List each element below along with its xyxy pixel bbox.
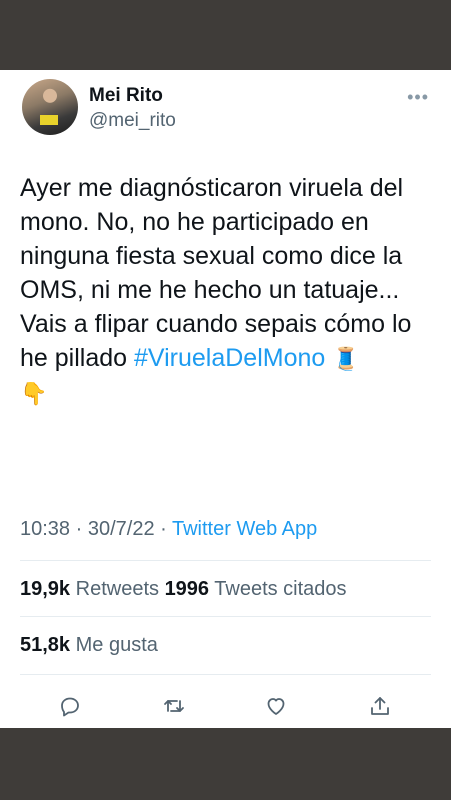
- hashtag-link[interactable]: #ViruelaDelMono: [134, 344, 325, 372]
- likes-label[interactable]: Me gusta: [76, 634, 158, 656]
- user-handle[interactable]: @mei_rito: [89, 110, 176, 132]
- tweet-text: Ayer me diagnósticaron viruela del mono.…: [20, 171, 440, 411]
- quotes-count[interactable]: 1996: [165, 578, 210, 600]
- more-icon[interactable]: •••: [407, 87, 429, 108]
- divider: [20, 674, 431, 675]
- avatar[interactable]: [22, 79, 78, 135]
- thread-emoji: 🧵: [332, 346, 360, 371]
- reply-icon[interactable]: [56, 692, 84, 720]
- tweet-source[interactable]: Twitter Web App: [172, 518, 317, 540]
- tweet-body: Ayer me diagnósticaron viruela del mono.…: [20, 174, 412, 372]
- tweet-header: Mei Rito @mei_rito •••: [22, 79, 451, 139]
- meta-separator: ·: [154, 518, 172, 540]
- action-bar: [0, 688, 451, 724]
- likes-stats: 51,8k Me gusta: [20, 634, 158, 657]
- meta-separator: ·: [70, 518, 88, 540]
- quotes-label[interactable]: Tweets citados: [214, 578, 346, 600]
- avatar-bib: [40, 115, 58, 125]
- divider: [20, 616, 431, 617]
- user-name[interactable]: Mei Rito: [89, 85, 163, 107]
- tweet-meta: 10:38 · 30/7/22 · Twitter Web App: [20, 518, 317, 541]
- tweet-date[interactable]: 30/7/22: [88, 518, 155, 540]
- engagement-stats: 19,9k Retweets 1996 Tweets citados: [20, 578, 347, 601]
- retweet-icon[interactable]: [160, 692, 188, 720]
- likes-count[interactable]: 51,8k: [20, 634, 70, 656]
- tweet-card: Mei Rito @mei_rito ••• Ayer me diagnósti…: [0, 70, 451, 728]
- pointing-down-emoji: 👇: [20, 381, 48, 406]
- retweets-label[interactable]: Retweets: [76, 578, 159, 600]
- divider: [20, 560, 431, 561]
- share-icon[interactable]: [366, 692, 394, 720]
- like-icon[interactable]: [262, 692, 290, 720]
- tweet-time[interactable]: 10:38: [20, 518, 70, 540]
- retweets-count[interactable]: 19,9k: [20, 578, 70, 600]
